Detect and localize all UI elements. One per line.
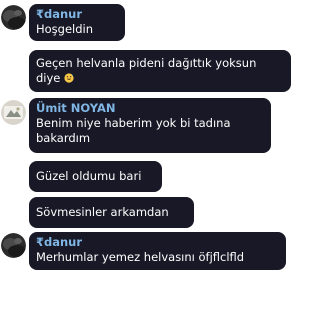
avatar-danur[interactable] bbox=[1, 233, 26, 258]
message-text: Benim niye haberim yok bi tadına bbox=[36, 116, 231, 130]
grinning-sweat-emoji-icon bbox=[64, 73, 74, 83]
dark-avatar-icon bbox=[1, 233, 26, 258]
sender-name[interactable]: ₹danur bbox=[36, 7, 117, 22]
message-text-line: diye bbox=[36, 71, 283, 86]
sender-name[interactable]: ₹danur bbox=[36, 235, 278, 250]
message-text: Geçen helvanla pideni dağıttık yoksun bbox=[36, 56, 257, 70]
sender-name[interactable]: Ümit NOYAN bbox=[36, 101, 263, 116]
message-bubble[interactable]: ₹danur Merhumlar yemez helvasını öfjflcl… bbox=[29, 232, 286, 270]
avatar-umit-noyan[interactable] bbox=[1, 100, 26, 125]
message-bubble[interactable]: Sövmesinler arkamdan bbox=[29, 197, 194, 228]
message-text-part: diye bbox=[36, 71, 61, 85]
message-text: Güzel oldumu bari bbox=[36, 169, 142, 183]
message-bubble[interactable]: Geçen helvanla pideni dağıttık yoksun di… bbox=[29, 50, 291, 92]
message-bubble[interactable]: ₹danur Hoşgeldin bbox=[29, 4, 125, 41]
message-text: Hoşgeldin bbox=[36, 22, 94, 36]
message-bubble[interactable]: Güzel oldumu bari bbox=[29, 161, 162, 192]
message-bubble[interactable]: Ümit NOYAN Benim niye haberim yok bi tad… bbox=[29, 98, 271, 153]
message-text: bakardım bbox=[36, 131, 91, 145]
dark-avatar-icon bbox=[1, 5, 26, 30]
message-text: Merhumlar yemez helvasını öfjflclfld bbox=[36, 250, 245, 264]
avatar-danur[interactable] bbox=[1, 5, 26, 30]
message-text: Sövmesinler arkamdan bbox=[36, 205, 169, 219]
photo-avatar-icon bbox=[1, 100, 26, 125]
